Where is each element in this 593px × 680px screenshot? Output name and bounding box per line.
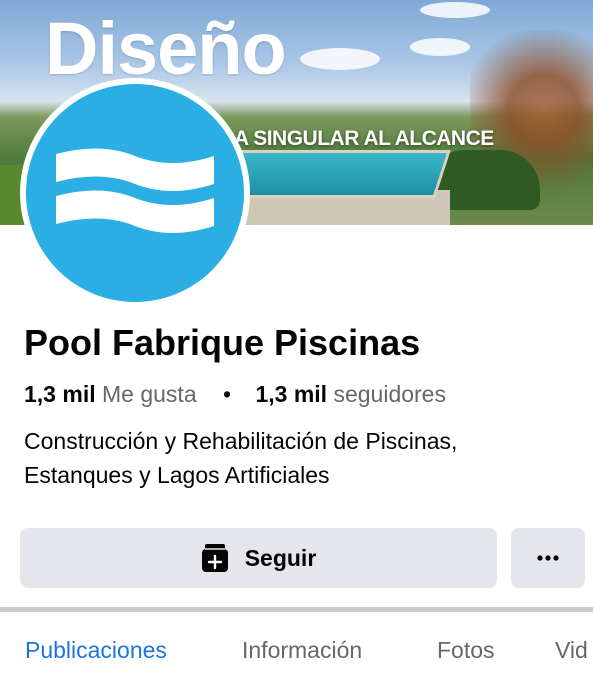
- pool-image: [224, 150, 451, 198]
- profile-tabs: Publicaciones Información Fotos Vid: [0, 612, 593, 680]
- page-stats: 1,3 mil Me gusta • 1,3 mil seguidores: [24, 381, 446, 408]
- tab-publicaciones[interactable]: Publicaciones: [25, 637, 167, 664]
- more-dots-icon: [537, 555, 559, 561]
- tab-videos[interactable]: Vid: [555, 637, 588, 664]
- cloud-decoration: [410, 38, 470, 56]
- waves-icon: [56, 148, 214, 233]
- followers-label: seguidores: [333, 381, 446, 407]
- stats-separator: •: [223, 381, 232, 407]
- profile-avatar[interactable]: [26, 84, 244, 302]
- followers-count[interactable]: 1,3 mil: [255, 381, 327, 407]
- page-title: Pool Fabrique Piscinas: [24, 322, 421, 363]
- likes-count[interactable]: 1,3 mil: [24, 381, 96, 407]
- category-line: Estanques y Lagos Artificiales: [24, 462, 330, 488]
- follow-button-label: Seguir: [244, 544, 317, 571]
- tab-informacion[interactable]: Información: [242, 637, 362, 664]
- page-category: Construcción y Rehabilitación de Piscina…: [24, 424, 564, 492]
- cloud-decoration: [300, 48, 380, 70]
- more-options-button[interactable]: [511, 528, 585, 588]
- cover-tagline: A SINGULAR AL ALCANCE: [234, 127, 494, 150]
- tab-fotos[interactable]: Fotos: [437, 637, 495, 664]
- cloud-decoration: [420, 2, 490, 18]
- category-line: Construcción y Rehabilitación de Piscina…: [24, 428, 458, 454]
- likes-label: Me gusta: [102, 381, 197, 407]
- follow-icon: [201, 544, 228, 572]
- cover-title: Diseño: [45, 7, 287, 90]
- follow-button[interactable]: Seguir: [20, 528, 497, 588]
